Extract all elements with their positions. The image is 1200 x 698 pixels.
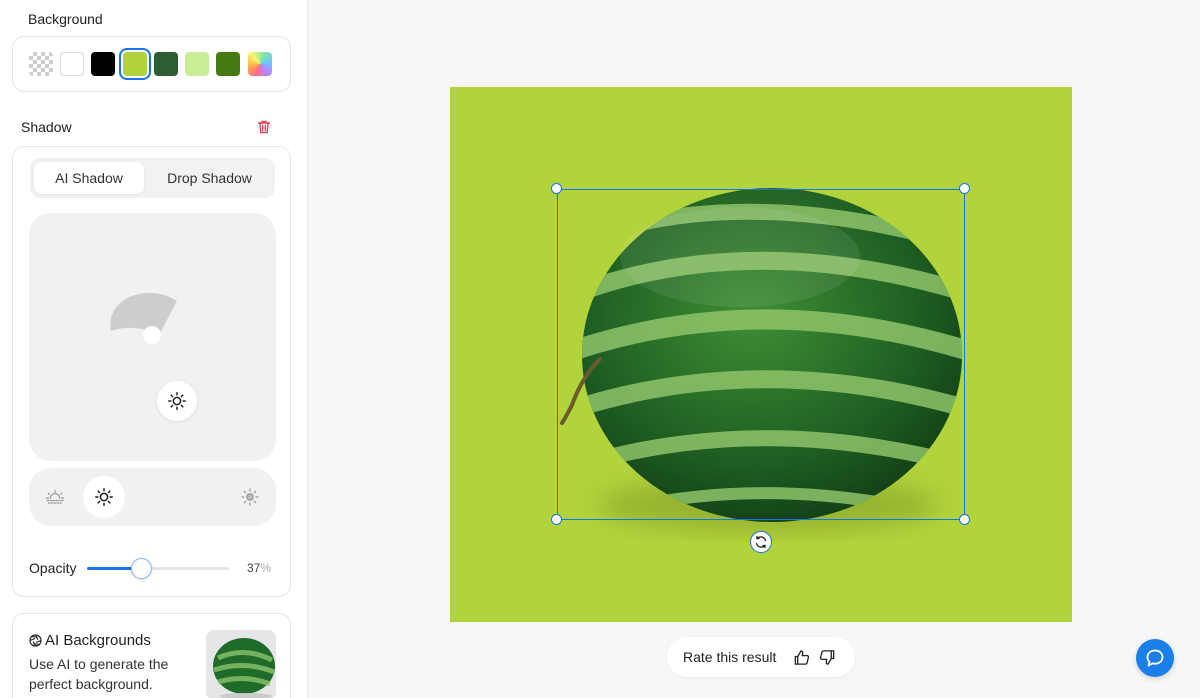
opacity-unit: %	[260, 561, 272, 575]
shadow-card: AI Shadow Drop Shadow Opacity 37%	[12, 146, 291, 597]
resize-handle-bottom-right[interactable]	[959, 514, 970, 525]
swatch-transparent[interactable]	[29, 52, 53, 76]
resize-handle-top-right[interactable]	[959, 183, 970, 194]
rotate-handle[interactable]	[750, 531, 772, 553]
light-cone-graphic	[110, 292, 177, 344]
trash-icon[interactable]	[256, 119, 272, 135]
light-direction-pad[interactable]	[29, 213, 276, 461]
sun-bright-icon[interactable]	[238, 485, 262, 509]
swatch-lime[interactable]	[119, 48, 151, 80]
thumbs-down-icon[interactable]	[816, 646, 838, 668]
rate-result-bar: Rate this result	[667, 637, 855, 677]
thumbs-up-icon[interactable]	[790, 646, 812, 668]
ai-backgrounds-title: AI Backgrounds	[29, 632, 151, 649]
selection-box[interactable]	[557, 189, 965, 520]
sun-mid-option[interactable]	[83, 476, 125, 518]
shadow-type-segmented-control: AI Shadow Drop Shadow	[30, 158, 275, 198]
opacity-number: 37	[247, 561, 261, 575]
swatch-black[interactable]	[91, 52, 115, 76]
swatch-dark-green[interactable]	[154, 52, 178, 76]
light-source-handle[interactable]	[157, 381, 197, 421]
tab-drop-shadow[interactable]: Drop Shadow	[148, 162, 271, 194]
resize-handle-top-left[interactable]	[551, 183, 562, 194]
ai-backgrounds-preview-image	[206, 630, 276, 698]
tab-ai-shadow[interactable]: AI Shadow	[34, 162, 144, 194]
help-chat-button[interactable]	[1136, 639, 1174, 677]
resize-handle-bottom-left[interactable]	[551, 514, 562, 525]
opacity-slider-thumb[interactable]	[131, 558, 152, 579]
opacity-value: 37%	[247, 561, 271, 575]
ai-backgrounds-card[interactable]: AI Backgrounds Use AI to generate the pe…	[12, 613, 291, 698]
background-section-title: Background	[28, 11, 103, 27]
chat-bubble-icon	[1146, 649, 1164, 667]
ai-backgrounds-description: Use AI to generate the perfect backgroun…	[29, 656, 169, 692]
aperture-icon	[29, 634, 42, 647]
ai-backgrounds-title-text: AI Backgrounds	[45, 632, 151, 649]
swatch-light-green[interactable]	[185, 52, 209, 76]
shadow-intensity-selector	[29, 468, 276, 526]
sidebar: Background Shadow AI Shadow Drop Shadow	[0, 0, 308, 698]
sunrise-icon[interactable]	[43, 485, 67, 509]
rate-result-label: Rate this result	[683, 649, 777, 665]
swatch-green[interactable]	[216, 52, 240, 76]
shadow-section-title: Shadow	[21, 119, 72, 135]
rotate-icon	[755, 535, 767, 549]
sun-icon	[168, 392, 186, 410]
background-swatches	[12, 36, 291, 92]
swatch-white[interactable]	[60, 52, 84, 76]
opacity-slider-track[interactable]	[87, 567, 229, 570]
opacity-label: Opacity	[29, 560, 77, 576]
swatch-rainbow[interactable]	[248, 52, 272, 76]
sun-icon	[95, 488, 113, 506]
